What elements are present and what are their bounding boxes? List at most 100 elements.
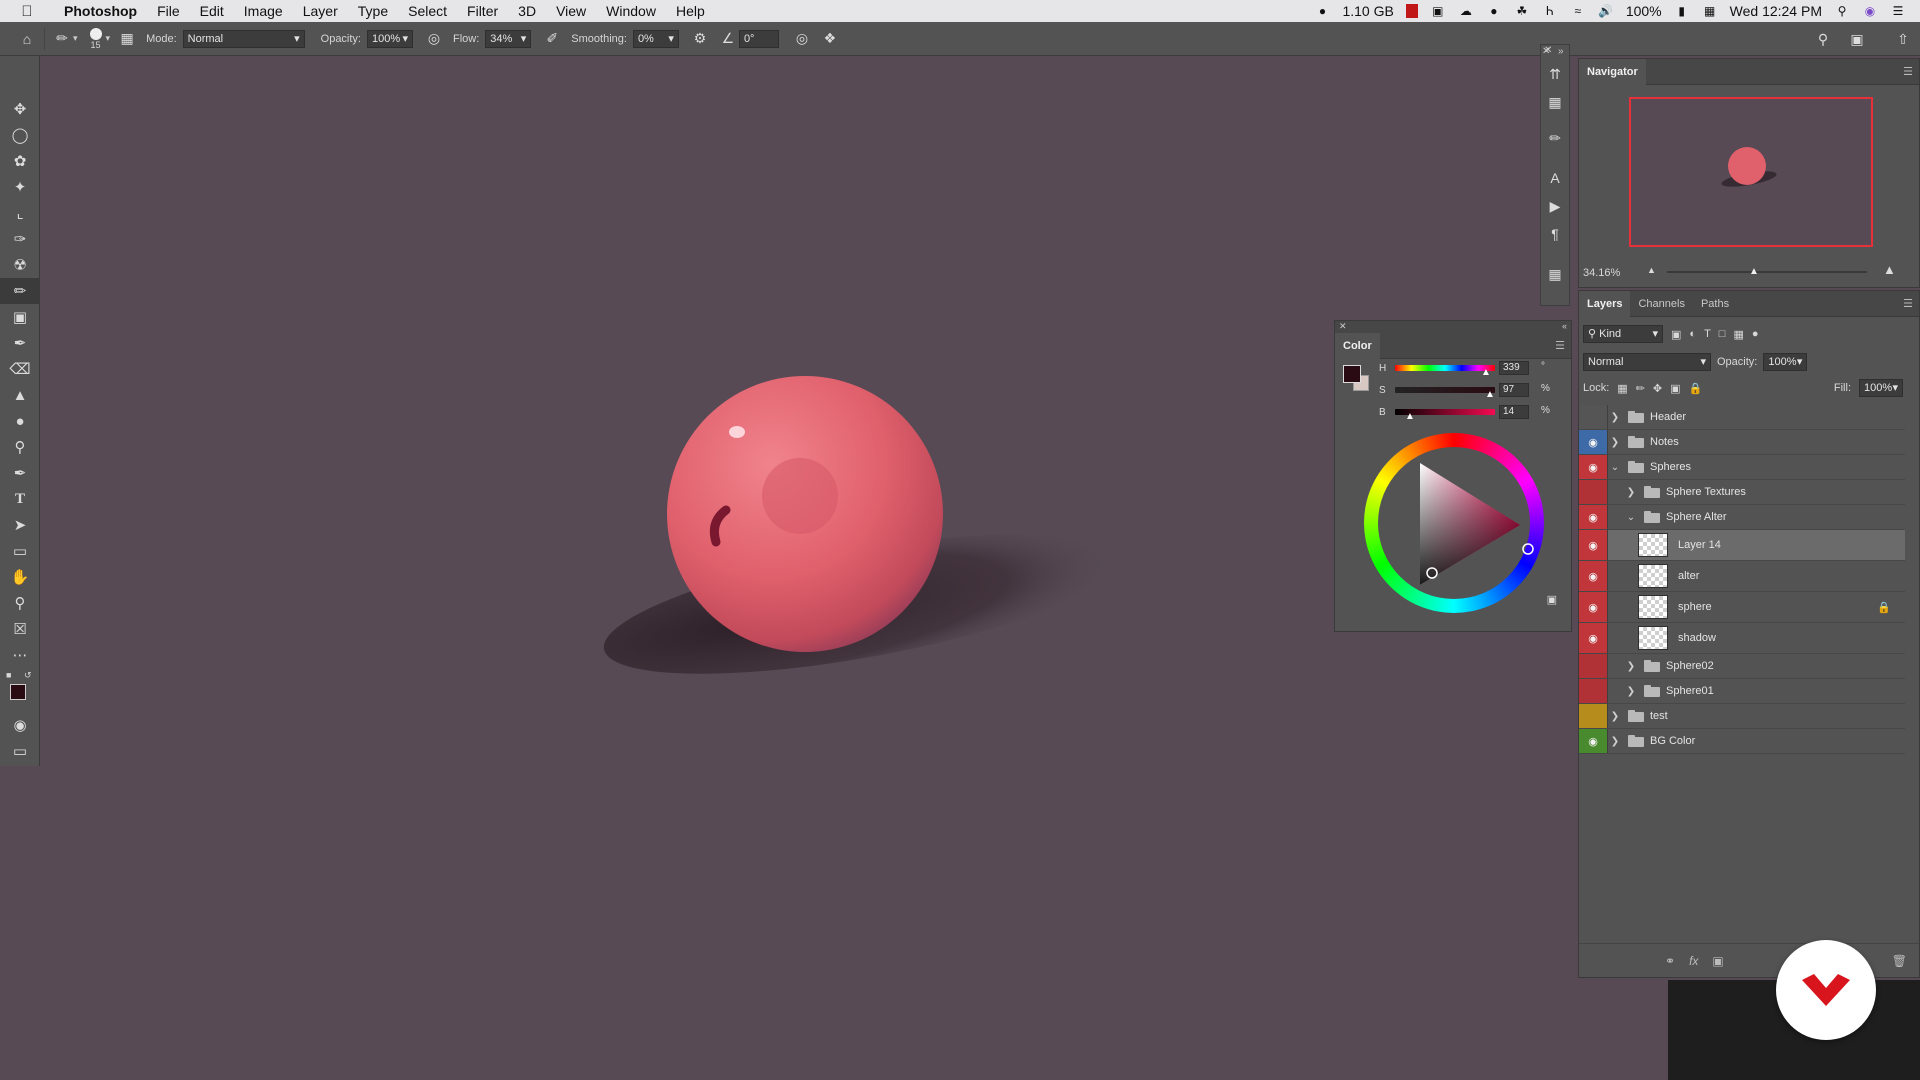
layer-row-shadow[interactable]: ◉ shadow [1579, 623, 1905, 654]
chevron-right-icon[interactable]: ❯ [1624, 686, 1638, 697]
eye-icon[interactable]: ◉ [1579, 623, 1607, 653]
collapse-icon[interactable]: « [1562, 321, 1567, 331]
link-layers-icon[interactable]: ⚭ [1665, 954, 1675, 968]
app-red-icon[interactable] [1405, 4, 1418, 18]
eye-icon[interactable]: ◉ [1579, 561, 1607, 591]
zoom-slider-track[interactable] [1667, 271, 1867, 273]
saturation-slider[interactable] [1395, 387, 1495, 393]
brightness-input[interactable]: 14 [1499, 405, 1529, 419]
menu-layer[interactable]: Layer [293, 0, 348, 22]
spotlight-icon[interactable]: ⚲ [1834, 4, 1850, 18]
lock-artboard-icon[interactable]: ▣ [1670, 382, 1680, 395]
angle-input[interactable]: 0° [738, 29, 779, 48]
chevron-right-icon[interactable]: ❯ [1624, 487, 1638, 498]
screen-mode-icon[interactable]: ▭ [0, 738, 40, 764]
apple-icon[interactable]:  [0, 3, 54, 20]
share-icon[interactable]: ⇧ [1892, 28, 1914, 50]
dock-expand-icon[interactable]: » [1558, 46, 1564, 57]
pressure-size-icon[interactable]: ◎ [791, 28, 813, 50]
eye-icon[interactable]: ◉ [1579, 505, 1607, 529]
layer-row-sphere-alter[interactable]: ◉ ⌄ Sphere Alter [1579, 505, 1905, 530]
filter-type-icon[interactable]: T [1704, 328, 1711, 340]
menu-edit[interactable]: Edit [190, 0, 234, 22]
filter-shape-icon[interactable]: □ [1719, 328, 1726, 340]
layer-row-sphere-textures[interactable]: ❯ Sphere Textures [1579, 480, 1905, 505]
brush-settings-icon[interactable]: ▦ [116, 28, 138, 50]
fill-input[interactable]: 100% ▾ [1859, 379, 1903, 397]
eye-icon[interactable]: ◉ [1579, 729, 1607, 753]
saturation-slider-handle[interactable]: ▲ [1485, 389, 1495, 400]
filter-adjustment-icon[interactable]: ◐ [1689, 328, 1696, 340]
layer-thumbnail[interactable] [1638, 626, 1668, 650]
history-brush-tool-icon[interactable]: ✒ [0, 330, 40, 356]
move-tool-icon[interactable]: ✥ [0, 96, 40, 122]
panel-menu-icon[interactable]: ☰ [1903, 297, 1913, 310]
menu-file[interactable]: File [147, 0, 190, 22]
table-panel-icon[interactable]: ▦ [1541, 261, 1569, 287]
foreground-color-swatch[interactable] [1343, 365, 1361, 383]
filter-toggle-icon[interactable]: ● [1752, 328, 1759, 340]
layer-row-header[interactable]: ❯ Header [1579, 405, 1905, 430]
actions-panel-icon[interactable]: ▶ [1541, 193, 1569, 219]
chevron-right-icon[interactable]: ❯ [1608, 736, 1622, 747]
mode-select[interactable]: Normal ▾ [182, 29, 305, 48]
filter-kind-select[interactable]: ⚲ Kind ▾ [1583, 325, 1663, 343]
dock-collapse-close-icon[interactable]: ✕ [1542, 46, 1550, 57]
lasso-tool-icon[interactable]: ✿ [0, 148, 40, 174]
menu-type[interactable]: Type [348, 0, 398, 22]
foreground-color-swatch[interactable] [10, 684, 26, 700]
battery-icon[interactable]: ▮ [1674, 4, 1690, 18]
blend-mode-select[interactable]: Normal ▾ [1583, 353, 1711, 371]
filter-smart-object-icon[interactable]: ▦ [1733, 328, 1743, 341]
zoom-tool-icon[interactable]: ⚲ [0, 590, 40, 616]
more-tools-icon[interactable]: ⋯ [0, 642, 40, 668]
swap-colors-icon[interactable]: ↺ [24, 670, 32, 681]
color-wheel[interactable] [1364, 433, 1544, 613]
window-icon[interactable]: ▣ [1430, 4, 1446, 18]
quick-mask-icon[interactable]: ◉ [0, 712, 40, 738]
magic-wand-tool-icon[interactable]: ✦ [0, 174, 40, 200]
trash-icon[interactable]: 🗑 [1892, 954, 1907, 968]
layer-row-test[interactable]: ❯ test [1579, 704, 1905, 729]
menu-image[interactable]: Image [234, 0, 293, 22]
lock-transparent-icon[interactable]: ▦ [1617, 382, 1627, 395]
smoothing-gear-icon[interactable]: ⚙ [689, 28, 711, 50]
lock-all-icon[interactable]: 🔒 [1689, 382, 1703, 395]
pressure-opacity-icon[interactable]: ◎ [423, 28, 445, 50]
lock-image-icon[interactable]: ✏ [1636, 382, 1645, 395]
layer-row-alter[interactable]: ◉ alter [1579, 561, 1905, 592]
chevron-down-icon[interactable]: ▾ [106, 33, 111, 44]
creative-cloud-icon[interactable]: ☁ [1458, 4, 1474, 18]
status-dot-icon[interactable]: ● [1486, 4, 1502, 18]
menu-help[interactable]: Help [666, 0, 715, 22]
tab-paths[interactable]: Paths [1693, 291, 1737, 317]
hand-tool-icon[interactable]: ✋ [0, 564, 40, 590]
menu-3d[interactable]: 3D [508, 0, 546, 22]
workspace-icon[interactable]: ▣ [1846, 28, 1868, 50]
visibility-off-slot[interactable] [1579, 405, 1607, 429]
zoom-slider-handle[interactable]: ▲ [1749, 266, 1759, 277]
layer-row-notes[interactable]: ◉ ❯ Notes [1579, 430, 1905, 455]
pen-tool-icon[interactable]: ✒ [0, 460, 40, 486]
volume-icon[interactable]: 🔊 [1598, 4, 1614, 18]
dodge-tool-icon[interactable]: ⚲ [0, 434, 40, 460]
visibility-off-slot[interactable] [1579, 679, 1607, 703]
layer-row-sphere[interactable]: ◉ sphere 🔒 [1579, 592, 1905, 623]
visibility-off-slot[interactable] [1579, 654, 1607, 678]
menu-view[interactable]: View [546, 0, 596, 22]
eye-icon[interactable]: ◉ [1579, 430, 1607, 454]
chevron-down-icon[interactable]: ▾ [73, 33, 78, 44]
layer-opacity-input[interactable]: 100% ▾ [1763, 353, 1808, 371]
wifi-icon[interactable]: ≈ [1570, 4, 1586, 18]
fx-icon[interactable]: fx [1689, 954, 1698, 968]
eye-icon[interactable]: ◉ [1579, 455, 1607, 479]
evernote-icon[interactable]: ☘ [1514, 4, 1530, 18]
zoom-out-icon[interactable]: ▲ [1647, 265, 1656, 275]
layer-thumbnail[interactable] [1638, 564, 1668, 588]
history-panel-icon[interactable]: ⇈ [1541, 61, 1569, 87]
eraser-tool-icon[interactable]: ⌫ [0, 356, 40, 382]
calendar-icon[interactable]: ▦ [1702, 4, 1718, 18]
brush-tool-icon[interactable]: ✏ [0, 278, 40, 304]
brush-size-picker[interactable]: 15 [89, 27, 102, 50]
zoom-in-icon[interactable]: ▲ [1883, 262, 1896, 277]
